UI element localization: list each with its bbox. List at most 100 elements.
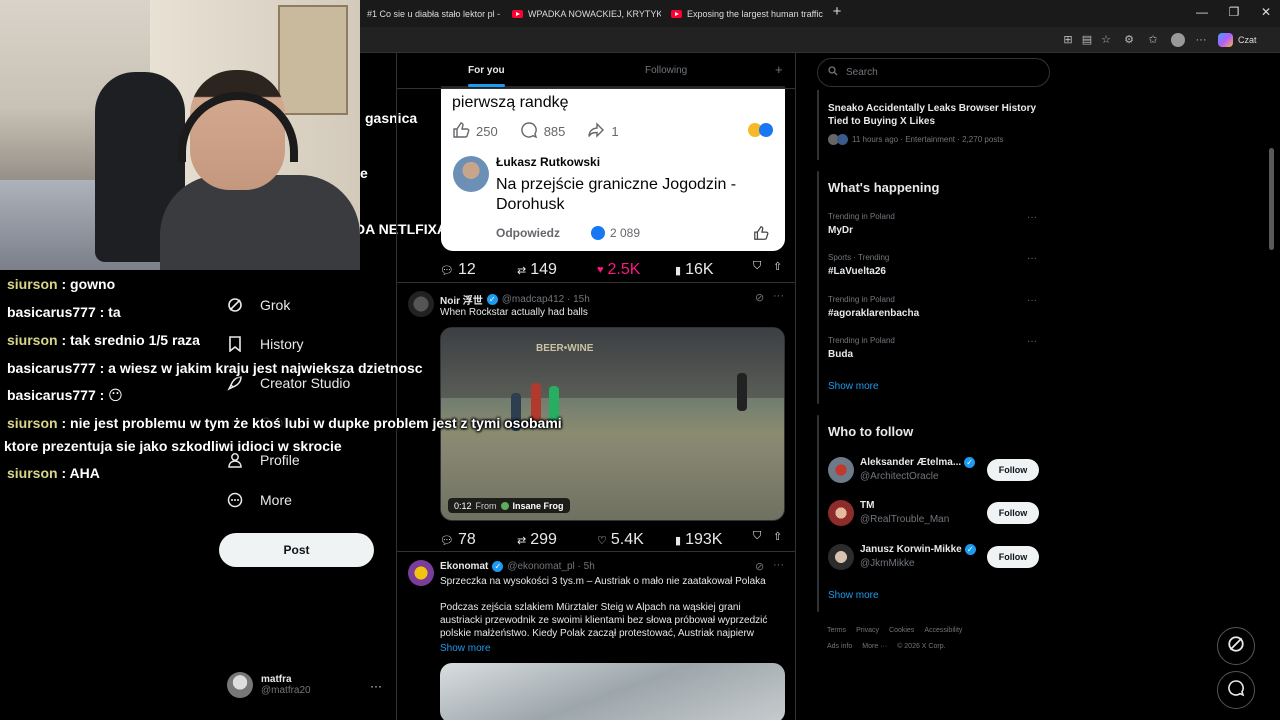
copilot-label[interactable]: Czat	[1238, 35, 1257, 45]
avatar[interactable]	[408, 291, 434, 317]
more-icon[interactable]: ···	[773, 559, 784, 571]
favorites-icon[interactable]: ✩	[1146, 33, 1160, 47]
split-screen-icon[interactable]: ⊞	[1061, 33, 1075, 47]
tweet-author-name[interactable]: Ekonomat	[440, 561, 488, 572]
trend-category: Trending in Poland	[828, 212, 895, 221]
grok-icon[interactable]: ⊘	[755, 291, 764, 304]
views-button[interactable]: ▮ 193K	[675, 531, 722, 549]
footer-link[interactable]: Ads info	[827, 643, 852, 650]
follow-suggestion-name[interactable]: TM	[860, 500, 874, 511]
reading-view-icon[interactable]: ▤	[1080, 33, 1094, 47]
trend-name[interactable]: MyDr	[828, 225, 853, 236]
more-icon[interactable]: ···	[1027, 336, 1037, 347]
browser-tab-1[interactable]: #1 Co sie u diabła stało lektor pl - ✕	[361, 3, 501, 25]
video-duration-badge: 0:12 From Insane Frog	[448, 498, 570, 513]
share-button[interactable]: ⇧	[773, 260, 782, 273]
heart-filled-icon: ♥	[597, 264, 604, 276]
thumbs-up-icon	[753, 225, 769, 246]
post-button[interactable]: Post	[219, 533, 374, 567]
trend-name[interactable]: #LaVuelta26	[828, 266, 886, 277]
footer-link[interactable]: Privacy	[856, 627, 879, 634]
reply-button[interactable]: 💬︎ 78	[440, 531, 476, 549]
add-tab-button[interactable]: +	[775, 62, 783, 77]
footer-link[interactable]: Terms	[827, 627, 846, 634]
tweet-handle[interactable]: @ekonomat_pl · 5h	[507, 561, 594, 572]
news-headline[interactable]: Sneako Accidentally Leaks Browser Histor…	[828, 102, 1043, 128]
messages-button[interactable]	[1217, 671, 1255, 709]
scrollbar-thumb[interactable]	[1269, 148, 1274, 250]
footer-link[interactable]: More ···	[862, 643, 887, 650]
nav-item-creator-studio[interactable]: Creator Studio	[226, 374, 350, 392]
avatar[interactable]	[828, 457, 854, 483]
nav-item-history[interactable]: History	[226, 335, 304, 353]
like-button[interactable]: ♥ 2.5K	[597, 261, 640, 279]
footer-link[interactable]: Accessibility	[924, 627, 962, 634]
minimize-button[interactable]: —	[1192, 5, 1212, 19]
who-to-follow-panel	[817, 415, 819, 612]
close-window-button[interactable]: ✕	[1256, 5, 1276, 19]
browser-menu-icon[interactable]: ···	[1194, 33, 1208, 47]
follow-suggestion-handle: @JkmMikke	[860, 558, 915, 569]
whats-happening-title: What's happening	[828, 180, 940, 195]
avatar[interactable]	[828, 500, 854, 526]
avatar	[227, 672, 253, 698]
youtube-icon	[671, 10, 682, 18]
tab-following[interactable]: Following	[645, 65, 687, 76]
nav-item-grok[interactable]: Grok	[226, 296, 290, 314]
chat-message: siurson : tak srednio 1/5 raza	[7, 332, 200, 348]
follow-button[interactable]: Follow	[987, 546, 1039, 568]
grok-button[interactable]	[1217, 627, 1255, 665]
trend-name[interactable]: Buda	[828, 349, 853, 360]
new-tab-button[interactable]: +	[827, 3, 847, 20]
show-more-link[interactable]: Show more	[828, 381, 879, 392]
search-input[interactable]: Search	[817, 58, 1050, 87]
trend-name[interactable]: #agoraklarenbacha	[828, 308, 919, 319]
more-icon[interactable]: ···	[1027, 253, 1037, 264]
grok-icon[interactable]: ⊘	[755, 560, 764, 573]
news-meta: 11 hours ago · Entertainment · 2,270 pos…	[828, 134, 1004, 145]
bookmark-button[interactable]: ⛉	[753, 260, 761, 273]
copilot-icon[interactable]	[1218, 33, 1233, 47]
tweet-handle[interactable]: @madcap412 · 15h	[502, 294, 590, 305]
avatar[interactable]	[828, 544, 854, 570]
extension-icon[interactable]: ⚙	[1122, 33, 1136, 47]
verified-badge-icon: ✓	[492, 561, 504, 572]
bookmark-button[interactable]: ⛉	[753, 530, 761, 543]
share-button[interactable]: ⇧	[773, 530, 782, 543]
tab-for-you[interactable]: For you	[468, 65, 505, 87]
account-switcher[interactable]: matfra @matfra20	[227, 672, 311, 698]
follow-suggestion-name[interactable]: Janusz Korwin-Mikke ✓	[860, 544, 976, 555]
maximize-button[interactable]: ❐	[1224, 5, 1244, 19]
trend-category: Trending in Poland	[828, 336, 895, 345]
divider	[397, 551, 795, 552]
browser-profile-avatar[interactable]	[1171, 33, 1185, 47]
scrollbar[interactable]	[1268, 53, 1275, 720]
nav-item-more[interactable]: More	[226, 491, 292, 509]
tweet-author-name[interactable]: Noir 浮世	[440, 292, 483, 307]
reply-button[interactable]: 💬︎ 12	[440, 261, 476, 279]
fb-reactions	[748, 123, 773, 137]
like-reaction-icon	[759, 123, 773, 137]
comment-bubble-icon	[520, 121, 538, 142]
chat-message: siurson : AHA	[7, 465, 100, 481]
more-icon[interactable]: ···	[1027, 212, 1037, 223]
more-icon[interactable]: ···	[773, 290, 784, 302]
repost-button[interactable]: ⇄ 149	[517, 261, 557, 279]
browser-tab-2[interactable]: WPADKA NOWACKIEJ, KRYTYKA T ✕	[506, 3, 661, 25]
views-button[interactable]: ▮ 16K	[675, 261, 714, 279]
tweet-image[interactable]	[440, 663, 785, 720]
show-more-link[interactable]: Show more	[828, 590, 879, 601]
like-button[interactable]: ♡ 5.4K	[597, 531, 644, 549]
follow-button[interactable]: Follow	[987, 502, 1039, 524]
account-more-icon[interactable]: ···	[370, 679, 382, 693]
browser-tab-3[interactable]: Exposing the largest human traffic ✕	[665, 3, 823, 25]
follow-button[interactable]: Follow	[987, 459, 1039, 481]
follow-suggestion-name[interactable]: Aleksander Ætelma... ✓	[860, 457, 976, 468]
more-icon[interactable]: ···	[1027, 295, 1037, 306]
more-circle-icon	[226, 491, 244, 509]
favorite-star-icon[interactable]: ☆	[1099, 33, 1113, 47]
show-more-link[interactable]: Show more	[440, 642, 491, 655]
avatar[interactable]	[408, 560, 434, 586]
repost-button[interactable]: ⇄ 299	[517, 531, 557, 549]
footer-link[interactable]: Cookies	[889, 627, 914, 634]
